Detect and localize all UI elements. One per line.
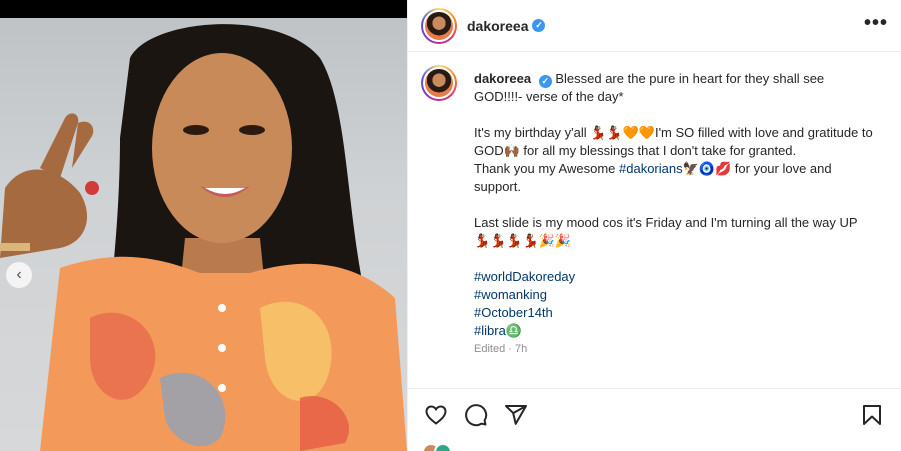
caption-line-5: Last slide is my mood cos it's Friday an…: [474, 215, 858, 248]
action-bar: [408, 388, 901, 440]
libra-emoji: ♎: [505, 323, 522, 338]
hashtag-womanking[interactable]: #womanking: [474, 287, 547, 302]
hashtag-october14th[interactable]: #October14th: [474, 305, 553, 320]
caption-avatar-image: [423, 67, 455, 99]
bookmark-icon[interactable]: [852, 395, 892, 435]
post-panel: dakoreea ✓ ••• dakoreea ✓ Blessed are th…: [407, 0, 901, 451]
portrait-illustration: [0, 24, 407, 451]
caption-avatar[interactable]: [421, 65, 457, 101]
caption-section: dakoreea ✓ Blessed are the pure in heart…: [408, 52, 901, 388]
header-username[interactable]: dakoreea: [467, 18, 528, 34]
liker-avatars[interactable]: [422, 443, 452, 451]
hashtag-worlddakoreday[interactable]: #worldDakoreday: [474, 269, 575, 284]
hashtag-libra[interactable]: #libra: [474, 323, 506, 338]
post-header: dakoreea ✓ •••: [408, 0, 901, 52]
caption-username[interactable]: dakoreea: [474, 71, 531, 86]
chevron-left-icon[interactable]: ‹: [6, 262, 32, 288]
caption-text: dakoreea ✓ Blessed are the pure in heart…: [474, 70, 874, 358]
post-image[interactable]: ‹: [0, 0, 407, 451]
verified-badge-icon: ✓: [532, 19, 546, 32]
caption-line-3: Thank you my Awesome: [474, 161, 619, 176]
more-options-icon[interactable]: •••: [864, 12, 888, 35]
avatar-image: [423, 9, 455, 42]
avatar[interactable]: [421, 7, 457, 44]
heart-icon[interactable]: [416, 395, 456, 435]
caption-verified-badge-icon: ✓: [538, 74, 552, 88]
edited-timestamp: Edited · 7h: [474, 343, 528, 355]
hashtag-dakorians[interactable]: #dakorians: [619, 161, 683, 176]
comment-icon[interactable]: [456, 395, 496, 435]
share-icon[interactable]: [496, 395, 536, 435]
liker-avatar: [434, 443, 452, 451]
caption-line-2: It's my birthday y'all 💃🏾💃🏾🧡🧡I'm SO fill…: [474, 125, 873, 158]
